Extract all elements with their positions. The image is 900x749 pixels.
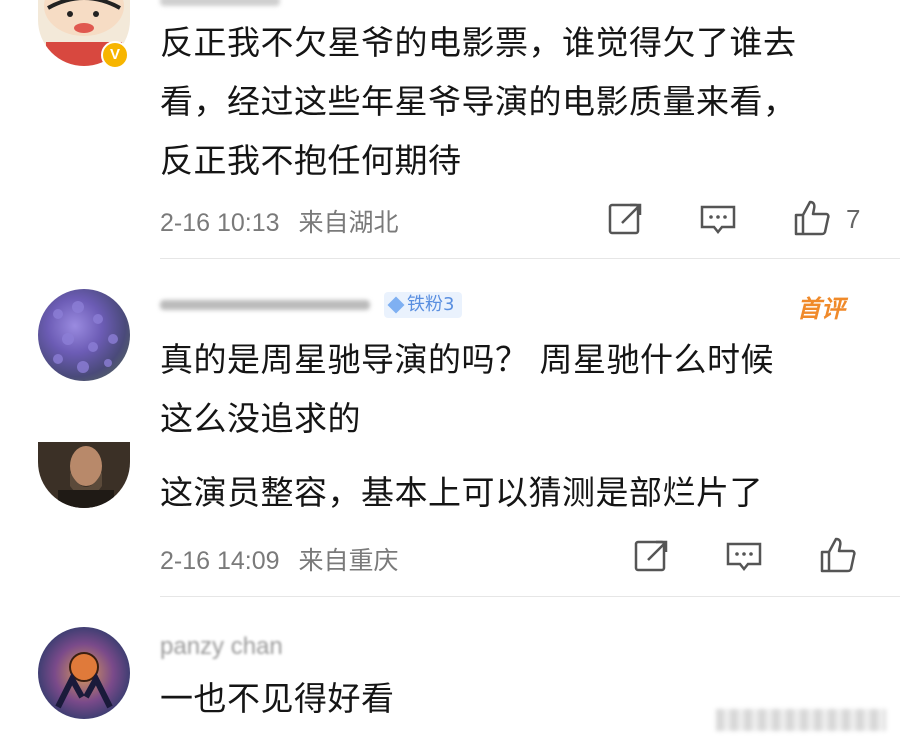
like-icon[interactable] — [818, 535, 858, 575]
comment-text: 真的是周星驰导演的吗？ 周星驰什么时候 这么没追求的 — [160, 330, 774, 448]
comment-line: 反正我不欠星爷的电影票，谁觉得欠了谁去 — [160, 23, 797, 62]
diamond-icon — [387, 296, 405, 314]
share-icon[interactable] — [606, 199, 646, 239]
comment-line: 这么没追求的 — [160, 399, 361, 438]
first-comment-tag: 首评 — [797, 295, 845, 323]
comment-icon[interactable] — [698, 199, 738, 239]
divider — [160, 258, 900, 259]
share-icon[interactable] — [632, 536, 672, 576]
username-blur — [160, 300, 370, 310]
comment-text: 这演员整容，基本上可以猜测是部烂片了 — [160, 463, 763, 522]
comment-line: 真的是周星驰导演的吗？ 周星驰什么时候 — [160, 340, 774, 379]
avatar[interactable] — [38, 289, 130, 381]
comment-line: 一也不见得好看 — [160, 679, 395, 718]
portrait-painting-avatar-icon — [58, 446, 114, 508]
comment-line: 反正我不抱任何期待 — [160, 141, 462, 180]
fan-badge: 铁粉3 — [384, 292, 463, 318]
avatar[interactable] — [38, 442, 130, 508]
watermark-blur — [716, 709, 886, 731]
like-count: 7 — [846, 204, 861, 234]
username[interactable]: panzy chan — [160, 633, 283, 661]
like-icon[interactable] — [792, 198, 832, 238]
comment-line: 这演员整容，基本上可以猜测是部烂片了 — [160, 473, 763, 512]
comment-time: 2-16 10:13 — [160, 209, 280, 237]
comment-meta: 2-16 14:09 来自重庆 — [160, 541, 399, 577]
verified-badge-icon: V — [101, 41, 129, 69]
comment-line: 看，经过这些年星爷导演的电影质量来看， — [160, 82, 797, 121]
comment-text: 反正我不欠星爷的电影票，谁觉得欠了谁去 看，经过这些年星爷导演的电影质量来看， … — [160, 13, 797, 190]
purple-flowers-avatar-icon — [53, 301, 118, 373]
comment-meta: 2-16 10:13 来自湖北 — [160, 203, 399, 239]
basketball-art-avatar-icon — [55, 652, 113, 709]
avatar[interactable] — [38, 627, 130, 719]
comment-location: 来自湖北 — [298, 209, 399, 237]
divider — [160, 596, 900, 597]
username-blur — [160, 0, 280, 6]
comment-time: 2-16 14:09 — [160, 547, 280, 575]
fan-badge-label: 铁粉3 — [407, 294, 455, 315]
comment-location: 来自重庆 — [298, 547, 399, 575]
comment-text: 一也不见得好看 — [160, 669, 395, 728]
comment-icon[interactable] — [724, 536, 764, 576]
